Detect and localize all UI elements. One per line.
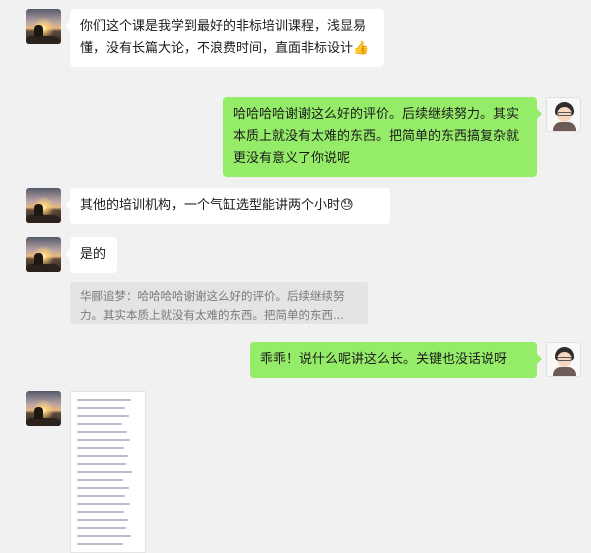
message-bubble-2[interactable]: 哈哈哈哈谢谢这么好的评价。后续继续努力。其实本质上就没有太难的东西。把简单的东西… (223, 97, 542, 177)
contact-avatar[interactable] (26, 9, 61, 44)
avatar-glasses (557, 112, 572, 116)
thumbs-up-icon: 👍 (353, 41, 370, 56)
doc-line (77, 471, 132, 473)
message-text: 是的 (80, 247, 107, 262)
message-text: 其他的培训机构，一个气缸选型能讲两个小时 (80, 198, 341, 213)
message-bubble-5[interactable]: 乖乖！说什么呢讲这么长。关键也没话说呀 (250, 342, 542, 378)
doc-line (77, 519, 128, 521)
doc-line (77, 423, 122, 425)
doc-line (77, 431, 127, 433)
doc-line (77, 455, 128, 457)
avatar-rock (26, 264, 61, 272)
contact-avatar[interactable] (26, 237, 61, 272)
avatar-figure (34, 25, 43, 37)
document-image-message[interactable] (70, 391, 146, 553)
doc-line (77, 535, 131, 537)
avatar-body (553, 122, 576, 131)
message-bubble-1[interactable]: 你们这个课是我学到最好的非标培训课程，浅显易懂，没有长篇大论，不浪费时间，直面非… (65, 9, 384, 67)
doc-line (77, 511, 124, 513)
avatar-figure (34, 407, 43, 419)
message-text: 乖乖！说什么呢讲这么长。关键也没话说呀 (260, 352, 508, 367)
avatar-rock (26, 215, 61, 223)
doc-line (77, 415, 129, 417)
doc-line (77, 487, 129, 489)
contact-avatar[interactable] (26, 391, 61, 426)
message-bubble-4[interactable]: 是的 (65, 237, 117, 273)
avatar-body (553, 367, 576, 376)
doc-line (77, 399, 131, 401)
message-text: 哈哈哈哈谢谢这么好的评价。后续继续努力。其实本质上就没有太难的东西。把简单的东西… (233, 107, 520, 166)
doc-line (77, 407, 125, 409)
self-avatar[interactable] (546, 342, 581, 377)
doc-line (77, 503, 130, 505)
message-bubble-3[interactable]: 其他的培训机构，一个气缸选型能讲两个小时😓 (65, 188, 390, 224)
doc-line (77, 447, 124, 449)
avatar-figure (34, 253, 43, 265)
self-avatar[interactable] (546, 97, 581, 132)
avatar-glasses (557, 357, 572, 361)
doc-line (77, 495, 125, 497)
doc-line (77, 463, 126, 465)
quoted-message[interactable]: 华郦追梦：哈哈哈哈谢谢这么好的评价。后续继续努力。其实本质上就没有太难的东西。把… (70, 282, 368, 324)
contact-avatar[interactable] (26, 188, 61, 223)
quoted-text: 华郦追梦：哈哈哈哈谢谢这么好的评价。后续继续努力。其实本质上就没有太难的东西。把… (80, 289, 345, 322)
message-text: 你们这个课是我学到最好的非标培训课程，浅显易懂，没有长篇大论，不浪费时间，直面非… (80, 19, 367, 56)
sweat-emoji-icon: 😓 (340, 198, 354, 213)
doc-line (77, 527, 126, 529)
avatar-figure (34, 204, 43, 216)
avatar-rock (26, 36, 61, 44)
avatar-rock (26, 418, 61, 426)
doc-line (77, 479, 123, 481)
doc-line (77, 543, 123, 545)
doc-line (77, 439, 130, 441)
